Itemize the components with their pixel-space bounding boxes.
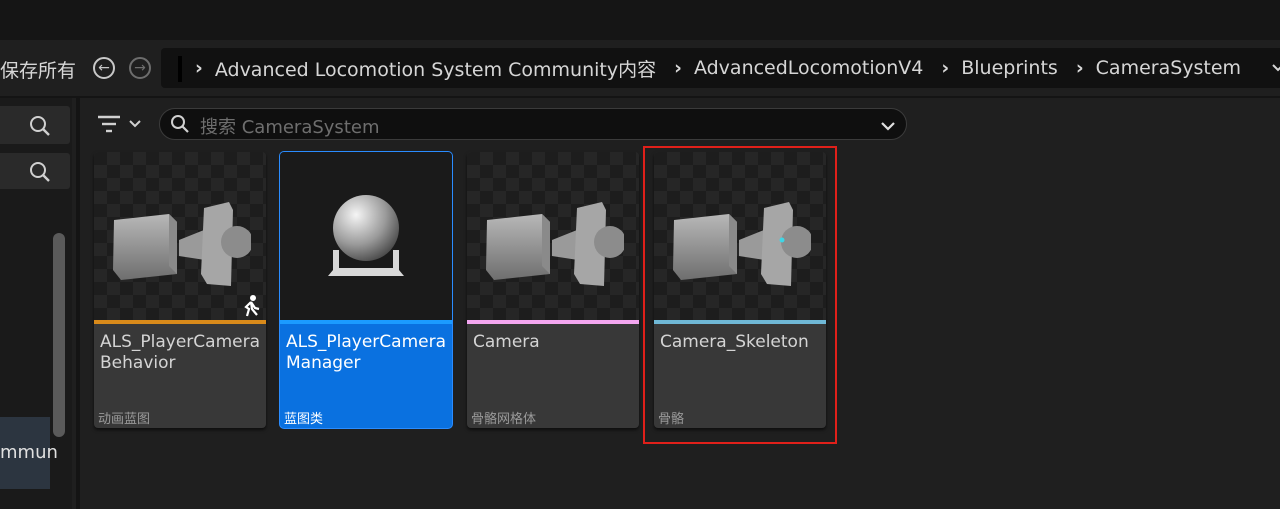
- folders-search-field[interactable]: [0, 153, 70, 189]
- breadcrumb-item[interactable]: AdvancedLocomotionV4: [694, 57, 923, 79]
- camera-mesh-icon: [486, 202, 624, 286]
- forward-button[interactable]: →: [129, 57, 151, 79]
- arrow-right-circle-icon: →: [134, 60, 146, 76]
- asset-type: 蓝图类: [284, 412, 324, 427]
- highlight-box: [643, 146, 837, 444]
- panel-splitter[interactable]: [76, 98, 80, 509]
- breadcrumb-item[interactable]: Advanced Locomotion System Community内容: [215, 55, 656, 82]
- asset-type: 动画蓝图: [98, 412, 151, 427]
- asset-name: ALS_PlayerCamera Manager: [286, 332, 447, 373]
- chevron-right-icon[interactable]: ›: [674, 57, 682, 79]
- folder-tree-item[interactable]: mmun: [0, 417, 58, 489]
- asset-thumbnail: [94, 152, 266, 320]
- navigation-bar: 保存所有 ← → › Advanced Locomotion System Co…: [0, 40, 1280, 98]
- arrow-left-circle-icon: ←: [98, 60, 110, 76]
- asset-name: Camera: [473, 332, 540, 352]
- path-grip: [178, 56, 182, 82]
- asset-tile-selected[interactable]: ALS_PlayerCamera Manager 蓝图类: [280, 152, 452, 428]
- favorites-search-field[interactable]: [0, 106, 70, 144]
- chevron-right-icon[interactable]: ›: [941, 57, 949, 79]
- breadcrumb-item[interactable]: CameraSystem: [1096, 57, 1241, 79]
- chevron-right-icon[interactable]: ›: [1076, 57, 1084, 79]
- breadcrumb: › Advanced Locomotion System Community内容…: [161, 48, 1280, 88]
- back-button[interactable]: ←: [93, 57, 115, 79]
- chevron-right-icon[interactable]: ›: [195, 57, 203, 79]
- asset-name: ALS_PlayerCamera Behavior: [100, 332, 261, 373]
- asset-type: 骨骼网格体: [471, 412, 537, 427]
- save-all-button[interactable]: 保存所有: [0, 56, 76, 83]
- asset-type-colorbar: [94, 320, 266, 324]
- search-placeholder: 搜索 CameraSystem: [200, 117, 380, 138]
- chevron-down-icon[interactable]: [880, 117, 896, 136]
- asset-thumbnail: [467, 152, 639, 320]
- asset-search-input[interactable]: 搜索 CameraSystem: [159, 108, 907, 140]
- folder-tree-scrollbar[interactable]: [53, 233, 65, 437]
- search-icon: [30, 116, 50, 136]
- asset-type-colorbar: [467, 320, 639, 324]
- filter-button[interactable]: [96, 112, 148, 138]
- asset-type-colorbar: [280, 320, 452, 324]
- blueprint-sphere-icon: [328, 195, 404, 276]
- breadcrumb-item[interactable]: Blueprints: [961, 57, 1058, 79]
- asset-tile[interactable]: Camera 骨骼网格体: [467, 152, 639, 428]
- running-figure-icon: [244, 295, 260, 317]
- camera-mesh-icon: [113, 202, 251, 286]
- folder-tree-item-label: mmun: [0, 442, 58, 463]
- asset-tile[interactable]: ALS_PlayerCamera Behavior 动画蓝图: [94, 152, 266, 428]
- filter-icon: [98, 115, 141, 133]
- asset-thumbnail: [280, 152, 452, 320]
- title-strip: [0, 0, 1280, 40]
- chevron-down-icon[interactable]: [1271, 58, 1280, 77]
- search-icon: [30, 162, 50, 182]
- search-icon: [171, 115, 189, 133]
